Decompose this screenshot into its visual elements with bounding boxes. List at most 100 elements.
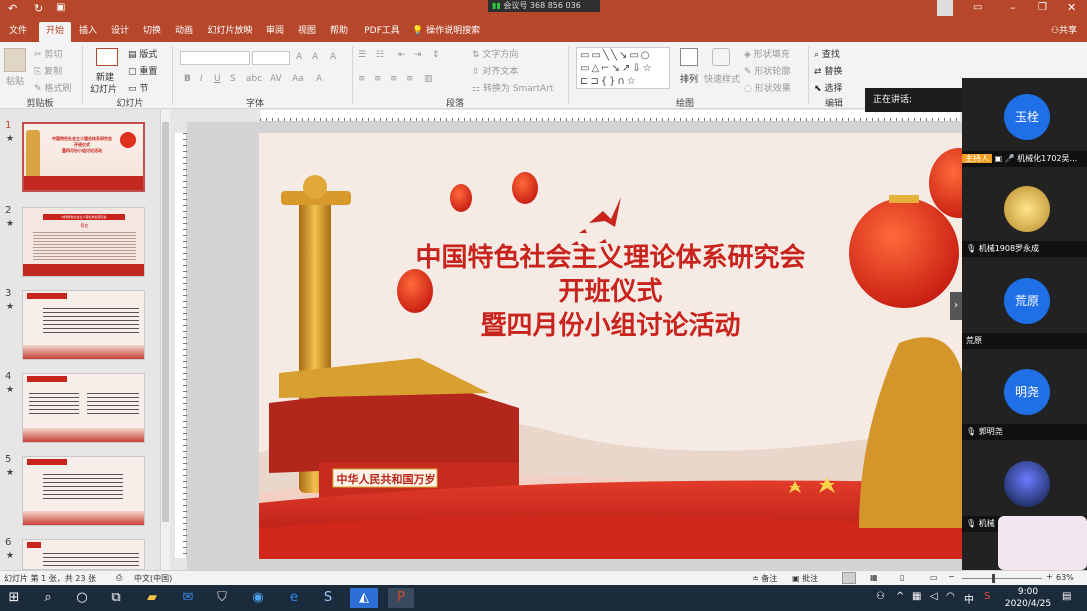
slideshow-view-icon[interactable]: ▭ (930, 573, 938, 582)
bold-icon[interactable]: B (184, 74, 191, 84)
slide-thumbnail-4[interactable] (22, 373, 145, 443)
reading-view-icon[interactable]: ▯ (900, 573, 904, 582)
normal-view-icon[interactable] (842, 572, 856, 584)
close-icon[interactable]: ✕ (1067, 1, 1076, 14)
replace-button[interactable]: ⇄ 替换 (814, 64, 842, 77)
slide-thumbnail-6[interactable] (22, 539, 145, 570)
notification-icon[interactable]: ▤ (1062, 591, 1071, 602)
slide-sorter-icon[interactable]: ▦ (870, 573, 878, 582)
tab-view[interactable]: 视图 (295, 22, 319, 42)
notes-button[interactable]: ≐ 备注 (752, 573, 777, 584)
smartart-button[interactable]: ⚏ 转换为 SmartArt (472, 81, 553, 94)
slide-thumbnail-5[interactable] (22, 456, 145, 526)
tab-animations[interactable]: 动画 (172, 22, 196, 42)
font-size-combo[interactable] (252, 51, 290, 65)
tab-review[interactable]: 审阅 (263, 22, 287, 42)
slide-title-line3[interactable]: 暨四月份小组讨论活动 (259, 305, 962, 342)
change-case-icon[interactable]: Aa (292, 74, 304, 84)
tab-help[interactable]: 帮助 (327, 22, 351, 42)
zoom-in-icon[interactable]: + (1046, 572, 1053, 581)
zoom-slider[interactable] (962, 574, 1042, 583)
arrange-button[interactable]: 排列 (680, 72, 698, 85)
slide-title-line1[interactable]: 中国特色社会主义理论体系研究会 (259, 237, 962, 274)
align-left-icon[interactable]: ≡ (358, 74, 366, 84)
slide-thumbnail-2[interactable]: 中国特色社会主义理论体系研究会 简史 (22, 207, 145, 277)
language-status[interactable]: 中文(中国) (134, 573, 172, 584)
avatar[interactable] (1004, 186, 1050, 232)
mail-icon[interactable]: ✉ (178, 588, 198, 608)
clock[interactable]: 9:00 2020/4/25 (1004, 586, 1052, 610)
shadow-icon[interactable]: S (230, 74, 236, 84)
strikethrough-icon[interactable]: abc (246, 74, 262, 84)
tab-insert[interactable]: 插入 (76, 22, 100, 42)
task-view-icon[interactable]: ⧉ (106, 588, 126, 608)
ime-indicator[interactable]: 中 (964, 591, 974, 606)
avatar[interactable]: 玉栓 (1004, 94, 1050, 140)
slide-title-line2[interactable]: 开班仪式 (259, 271, 962, 308)
chevron-up-icon[interactable]: ^ (896, 591, 904, 602)
browser-icon[interactable]: ◉ (248, 588, 268, 608)
file-explorer-icon[interactable]: ▰ (142, 588, 162, 608)
align-text-button[interactable]: ⇳ 对齐文本 (472, 64, 518, 77)
powerpoint-icon[interactable]: P (388, 588, 414, 608)
slide-thumbnail-1[interactable]: 中国特色社会主义理论体系研究会 开班仪式 暨四月份小组讨论活动 (22, 122, 145, 192)
section-button[interactable]: ▭ 节 (128, 81, 148, 94)
scroll-thumb[interactable] (162, 122, 169, 522)
tab-home[interactable]: 开始 (39, 22, 71, 42)
paste-button[interactable]: 粘贴 (6, 74, 24, 87)
user-icon[interactable]: ⚇ (876, 591, 885, 602)
font-name-combo[interactable] (180, 51, 250, 65)
current-slide[interactable]: 中国特色社会主义理论体系研究会 开班仪式 暨四月份小组讨论活动 中华人民共和国万… (259, 133, 962, 559)
char-spacing-icon[interactable]: AV (270, 74, 282, 84)
cut-button[interactable]: ✂ 剪切 (34, 47, 62, 60)
search-icon[interactable]: ⌕ (38, 588, 58, 608)
minimize-icon[interactable]: – (1010, 1, 1016, 14)
zoom-handle[interactable] (992, 574, 995, 583)
ribbon-display-icon[interactable]: ▭ (973, 2, 982, 13)
cortana-icon[interactable]: ○ (72, 588, 92, 608)
sogou-icon[interactable]: S (318, 588, 338, 608)
underline-icon[interactable]: U (214, 74, 221, 84)
clear-format-icon[interactable]: A (330, 52, 336, 62)
layout-button[interactable]: ▤ 版式 (128, 47, 157, 60)
decrease-indent-icon[interactable]: ⇤ (398, 50, 406, 60)
justify-icon[interactable]: ≡ (406, 74, 414, 84)
edge-icon[interactable]: e (284, 588, 304, 608)
increase-font-icon[interactable]: A (296, 52, 302, 62)
network-icon[interactable]: ▦ (912, 591, 921, 602)
store-icon[interactable]: ⛉ (212, 588, 232, 608)
restore-icon[interactable]: ❐ (1038, 2, 1047, 13)
chevron-right-icon[interactable]: › (950, 292, 962, 320)
line-spacing-icon[interactable]: ↕ (432, 50, 440, 60)
share-button[interactable]: ⚇共享 (1044, 22, 1084, 42)
comments-button[interactable]: ▣ 批注 (792, 573, 818, 584)
tell-me-search[interactable]: 💡 操作说明搜索 (412, 22, 492, 42)
avatar[interactable] (1004, 461, 1050, 507)
windows-start-icon[interactable]: ⊞ (4, 588, 24, 608)
quick-styles-button[interactable]: 快速样式 (704, 72, 740, 85)
align-right-icon[interactable]: ≡ (390, 74, 398, 84)
format-painter-button[interactable]: ✎ 格式刷 (34, 81, 71, 94)
reset-button[interactable]: ▢ 重置 (128, 64, 157, 77)
text-direction-button[interactable]: ⇅ 文字方向 (472, 47, 518, 60)
increase-indent-icon[interactable]: ⇥ (414, 50, 422, 60)
shapes-gallery[interactable]: ▭▭╲╲↘▭○ ▭△⌐↘↗⇩☆ ⊏⊐{}∩☆ (576, 47, 670, 89)
tab-design[interactable]: 设计 (108, 22, 132, 42)
sogou-ime-icon[interactable]: S (984, 591, 990, 602)
redo-icon[interactable]: ↻ (34, 2, 43, 15)
spellcheck-icon[interactable]: ⎙ (116, 573, 122, 583)
meeting-app-icon[interactable]: ◭ (350, 588, 378, 608)
select-button[interactable]: ⬉ 选择 (814, 81, 842, 94)
align-center-icon[interactable]: ≡ (374, 74, 382, 84)
shape-fill-button[interactable]: ◈ 形状填充 (744, 47, 790, 60)
thumbnail-scrollbar[interactable] (160, 110, 170, 570)
bullets-icon[interactable]: ☰ (358, 50, 366, 60)
tab-slideshow[interactable]: 幻灯片放映 (205, 22, 255, 42)
italic-icon[interactable]: I (200, 74, 203, 84)
zoom-out-icon[interactable]: − (948, 572, 955, 581)
new-slide-dropdown[interactable]: 幻灯片 (90, 82, 117, 95)
account-icon[interactable] (937, 0, 953, 16)
undo-icon[interactable]: ↶ (8, 2, 17, 15)
font-color-icon[interactable]: A (316, 74, 322, 84)
columns-icon[interactable]: ▥ (424, 74, 433, 84)
